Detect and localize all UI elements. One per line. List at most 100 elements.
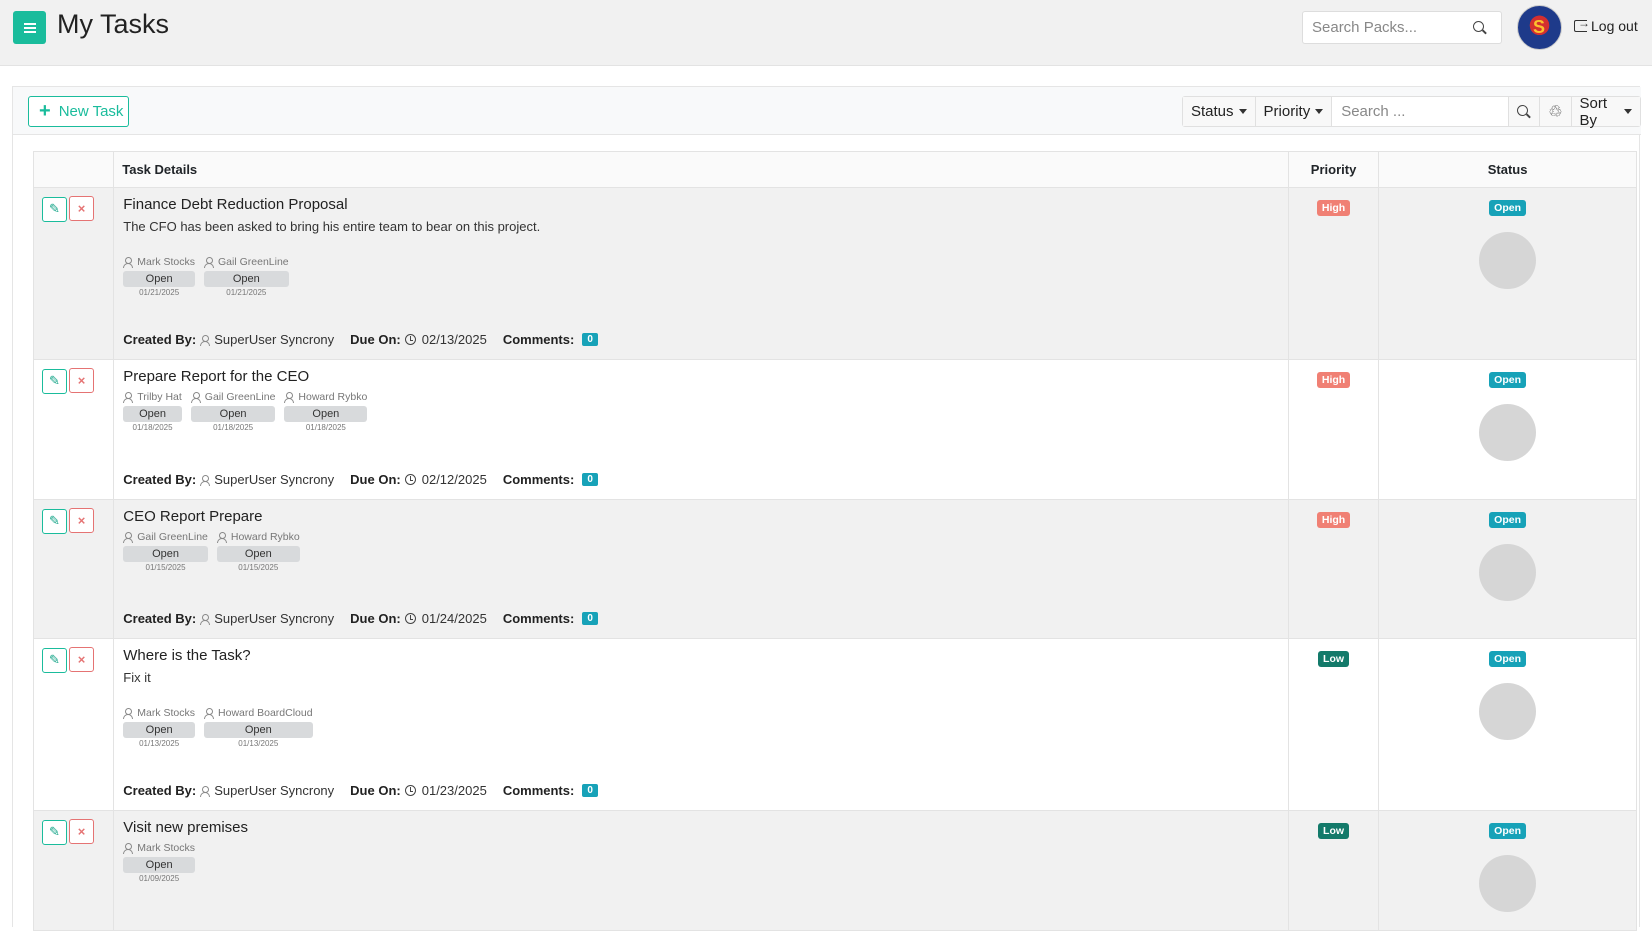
task-details: Finance Debt Reduction Proposal The CFO h… xyxy=(113,187,1289,360)
assignee-date: 01/13/2025 xyxy=(139,739,180,748)
assignee-date: 01/09/2025 xyxy=(139,874,180,883)
assignee-name: Trilby Hat xyxy=(123,391,182,403)
assignee: Mark Stocks Open 01/09/2025 xyxy=(123,842,196,883)
task-details: CEO Report Prepare Gail GreenLine Open 01/1… xyxy=(113,499,1289,639)
edit-button[interactable]: ✎ xyxy=(42,819,67,845)
priority-header: Priority xyxy=(1287,151,1380,188)
edit-button[interactable]: ✎ xyxy=(42,196,67,222)
assignee-name: Howard BoardCloud xyxy=(204,707,313,719)
clock-icon xyxy=(404,785,416,796)
sort-by-dropdown[interactable]: Sort By xyxy=(1571,95,1640,129)
status-cell: Open xyxy=(1378,810,1637,931)
new-task-label: New Task xyxy=(58,103,124,120)
user-icon xyxy=(204,708,215,719)
due-date-value: 02/13/2025 xyxy=(421,332,487,347)
actions-header xyxy=(32,151,115,188)
delete-button[interactable]: × xyxy=(69,508,94,533)
logout-link[interactable]: Log out xyxy=(1574,16,1638,34)
top-bar: My Tasks Log out xyxy=(0,0,1652,66)
task-meta: Created By: SuperUser Syncrony Due On: 02/1… xyxy=(123,472,598,487)
task-description: Fix it xyxy=(123,670,151,685)
tasks-card: + New Task Status Priority ♲ Sort By Tas… xyxy=(12,86,1641,931)
clock-icon xyxy=(404,474,416,485)
assignee: Gail GreenLine Open 01/18/2025 xyxy=(190,391,276,432)
status-cell: Open xyxy=(1378,499,1637,639)
close-icon: × xyxy=(77,201,86,216)
assignee-name: Mark Stocks xyxy=(123,256,195,268)
created-by-value: SuperUser Syncrony xyxy=(214,472,335,487)
priority-filter-dropdown[interactable]: Priority xyxy=(1255,97,1333,126)
delete-button[interactable]: × xyxy=(69,819,94,844)
task-details-header: Task Details xyxy=(113,151,1289,188)
assignee-status: Open xyxy=(284,406,368,422)
delete-button[interactable]: × xyxy=(69,647,94,672)
task-title[interactable]: Where is the Task? xyxy=(123,647,1279,664)
task-title[interactable]: Visit new premises xyxy=(123,819,1279,836)
task-search-input[interactable] xyxy=(1332,97,1509,126)
row-actions: ✎ × xyxy=(32,187,115,360)
header-search-input[interactable] xyxy=(1303,19,1473,36)
delete-button[interactable]: × xyxy=(69,368,94,393)
user-icon xyxy=(190,392,201,403)
assignee: Howard Rybko Open 01/18/2025 xyxy=(284,391,368,432)
assignee-status: Open xyxy=(123,406,182,422)
created-by-label: Created By: xyxy=(123,611,197,626)
comments-count-badge[interactable]: 0 xyxy=(582,612,598,625)
task-search-button[interactable] xyxy=(1509,97,1541,126)
pencil-icon: ✎ xyxy=(49,373,60,388)
due-on-label: Due On: xyxy=(350,332,401,347)
task-meta: Created By: SuperUser Syncrony Due On: 02/1… xyxy=(123,332,598,347)
assignee-name: Gail GreenLine xyxy=(123,531,208,543)
recycle-button[interactable]: ♲ xyxy=(1540,97,1572,126)
created-by-label: Created By: xyxy=(123,472,197,487)
tasks-table: Task Details Priority Status ✎ × Finance D… xyxy=(32,151,1637,931)
assignee-date: 01/18/2025 xyxy=(132,423,173,432)
search-icon[interactable] xyxy=(1473,20,1487,35)
status-filter-dropdown[interactable]: Status xyxy=(1183,97,1256,126)
status-badge: Open xyxy=(1489,512,1527,528)
table-row: ✎ × Finance Debt Reduction Proposal The CFO… xyxy=(32,187,1637,360)
user-icon xyxy=(216,532,227,543)
row-actions: ✎ × xyxy=(32,810,115,931)
avatar[interactable] xyxy=(1517,5,1562,50)
assignee-date: 01/13/2025 xyxy=(238,739,279,748)
edit-button[interactable]: ✎ xyxy=(42,508,67,534)
delete-button[interactable]: × xyxy=(69,196,94,221)
assignee: Mark Stocks Open 01/21/2025 xyxy=(123,256,196,297)
comments-count-badge[interactable]: 0 xyxy=(582,784,598,797)
user-icon xyxy=(284,392,295,403)
priority-badge: High xyxy=(1316,372,1351,388)
row-actions: ✎ × xyxy=(32,638,115,811)
assignee-date: 01/21/2025 xyxy=(226,288,267,297)
task-title[interactable]: CEO Report Prepare xyxy=(123,508,1279,525)
assignee-status: Open xyxy=(216,546,300,562)
new-task-button[interactable]: + New Task xyxy=(28,96,129,127)
status-cell: Open xyxy=(1378,187,1637,360)
assignee-name: Howard Rybko xyxy=(284,391,367,403)
edit-button[interactable]: ✎ xyxy=(42,647,67,673)
clock-icon xyxy=(404,334,416,345)
priority-cell: High xyxy=(1287,187,1380,360)
comments-label: Comments: xyxy=(502,611,575,626)
close-icon: × xyxy=(77,513,86,528)
status-badge: Open xyxy=(1489,823,1527,839)
task-title[interactable]: Finance Debt Reduction Proposal xyxy=(123,196,1279,213)
assignee: Howard BoardCloud Open 01/13/2025 xyxy=(204,707,313,748)
progress-circle xyxy=(1479,404,1537,461)
status-badge: Open xyxy=(1489,372,1527,388)
assignee-status: Open xyxy=(204,271,289,287)
assignee-name-text: Gail GreenLine xyxy=(204,391,276,403)
plus-icon: + xyxy=(39,99,51,122)
edit-button[interactable]: ✎ xyxy=(42,368,67,394)
due-date-value: 02/12/2025 xyxy=(421,472,487,487)
assignee-status: Open xyxy=(204,722,313,738)
priority-filter-label: Priority xyxy=(1263,103,1311,120)
task-title[interactable]: Prepare Report for the CEO xyxy=(123,368,1279,385)
comments-count-badge[interactable]: 0 xyxy=(582,333,598,346)
assignee-date: 01/18/2025 xyxy=(213,423,254,432)
user-icon xyxy=(204,257,215,268)
task-details: Where is the Task? Fix it Mark Stocks Open 0… xyxy=(113,638,1289,811)
comments-label: Comments: xyxy=(502,472,575,487)
comments-count-badge[interactable]: 0 xyxy=(582,473,598,486)
menu-toggle-button[interactable] xyxy=(13,11,46,44)
